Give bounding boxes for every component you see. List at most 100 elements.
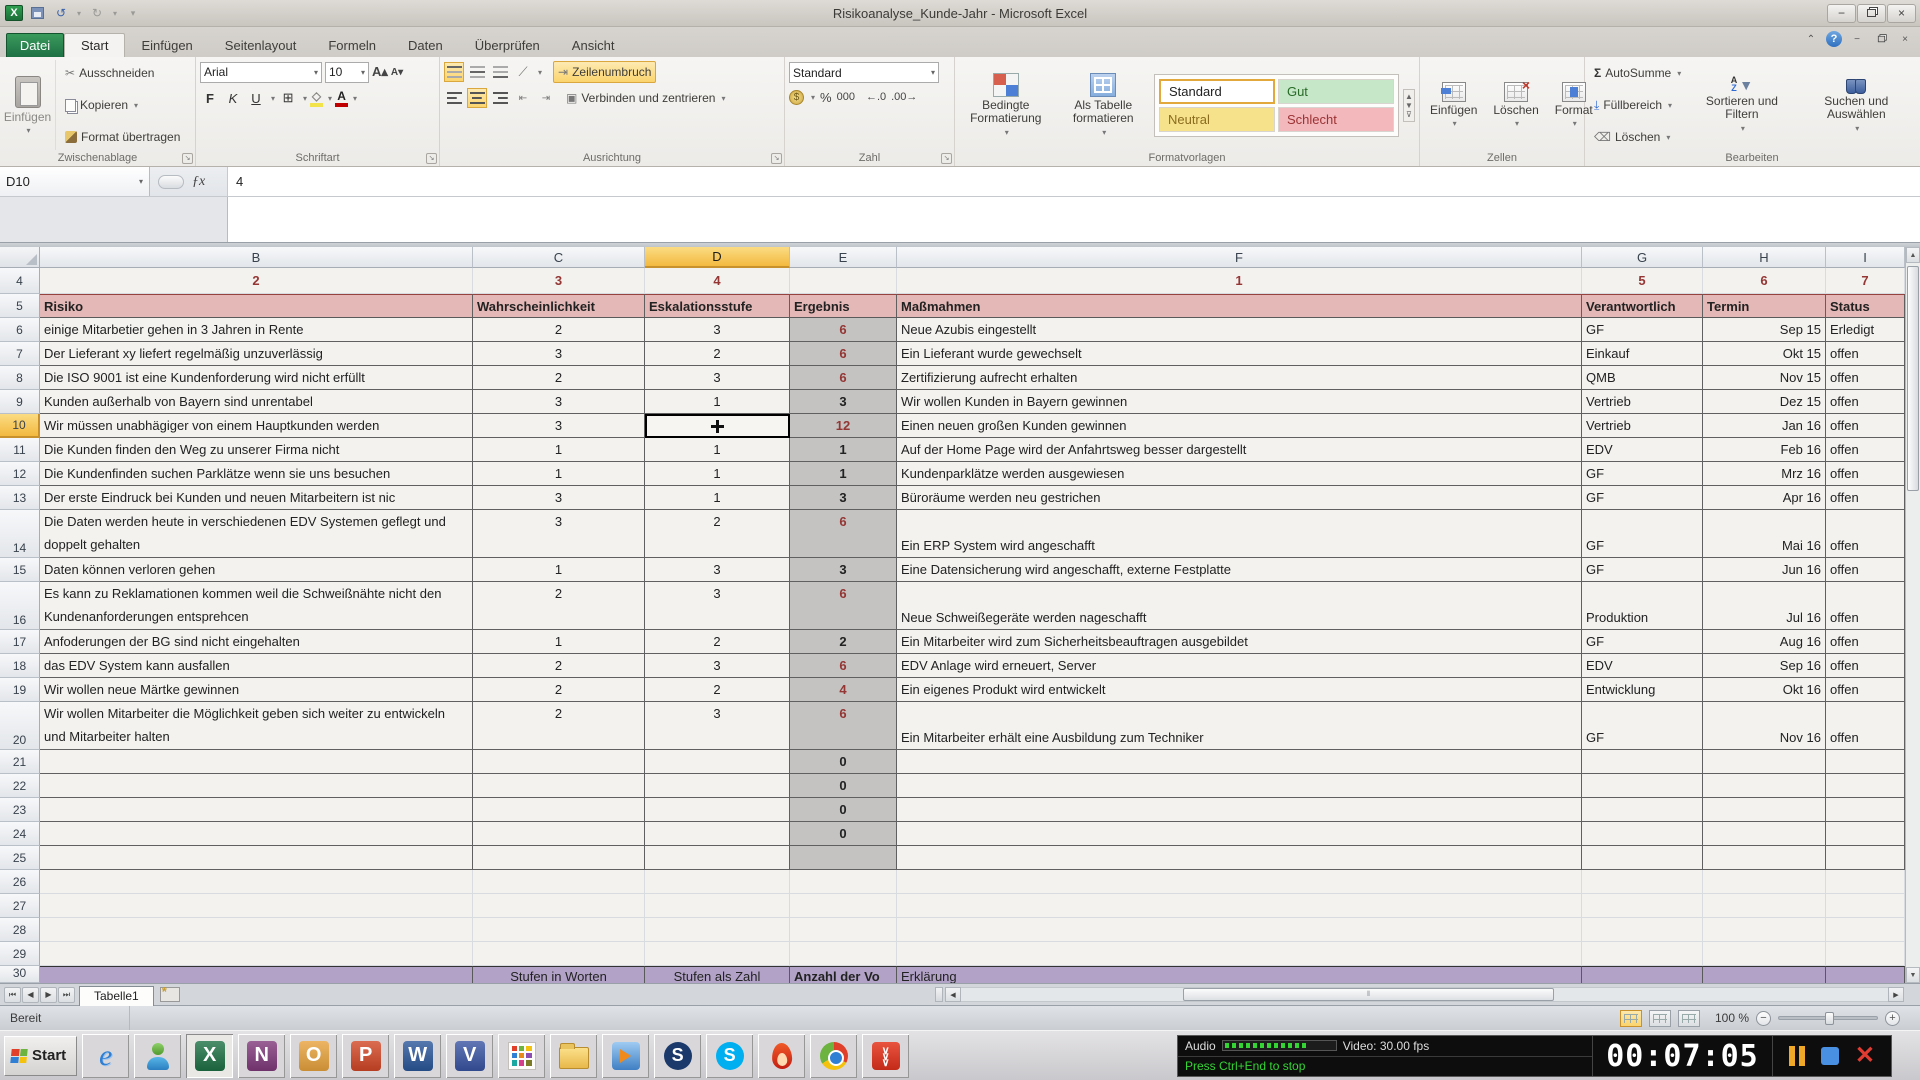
owner-cell-20[interactable]: GF — [1582, 702, 1703, 750]
cell-F28[interactable] — [897, 918, 1582, 942]
measure-cell-18[interactable]: EDV Anlage wird erneuert, Server — [897, 654, 1582, 678]
esc-cell-20[interactable]: 3 — [645, 702, 790, 750]
result-cell-15[interactable]: 3 — [790, 558, 897, 582]
due-cell-25[interactable] — [1703, 846, 1826, 870]
table-header-C5[interactable]: Wahrscheinlichkeit — [473, 294, 645, 318]
cell-style-good[interactable]: Gut — [1277, 78, 1394, 104]
prob-cell-9[interactable]: 3 — [473, 390, 645, 414]
start-button[interactable]: Start — [4, 1035, 78, 1076]
result-cell-10[interactable]: 12 — [790, 414, 897, 438]
due-cell-23[interactable] — [1703, 798, 1826, 822]
horizontal-scroll-thumb[interactable]: ⦀ — [1183, 988, 1555, 1001]
measure-cell-13[interactable]: Büroräume werden neu gestrichen — [897, 486, 1582, 510]
result-cell-18[interactable]: 6 — [790, 654, 897, 678]
workbook-restore-icon[interactable] — [1872, 31, 1890, 47]
cell-H4[interactable]: 6 — [1703, 268, 1826, 294]
status-cell-12[interactable]: offen — [1826, 462, 1905, 486]
prob-cell-12[interactable]: 1 — [473, 462, 645, 486]
prob-cell-24[interactable] — [473, 822, 645, 846]
risk-cell-18[interactable]: das EDV System kann ausfallen — [40, 654, 473, 678]
borders-icon[interactable]: ⊞ — [278, 88, 298, 108]
row-header-30[interactable]: 30 — [0, 966, 40, 983]
esc-cell-13[interactable]: 1 — [645, 486, 790, 510]
prob-cell-25[interactable] — [473, 846, 645, 870]
measure-cell-12[interactable]: Kundenparklätze werden ausgewiesen — [897, 462, 1582, 486]
zoom-out-icon[interactable]: − — [1756, 1010, 1771, 1026]
risk-cell-21[interactable] — [40, 750, 473, 774]
measure-cell-20[interactable]: Ein Mitarbeiter erhält eine Ausbildung z… — [897, 702, 1582, 750]
status-cell-16[interactable]: offen — [1826, 582, 1905, 630]
row-header-14[interactable]: 14 — [0, 510, 40, 558]
prob-cell-17[interactable]: 1 — [473, 630, 645, 654]
bold-button[interactable]: F — [200, 88, 220, 108]
row-header-9[interactable]: 9 — [0, 390, 40, 414]
due-cell-9[interactable]: Dez 15 — [1703, 390, 1826, 414]
decrease-indent-icon[interactable]: ⇤ — [513, 88, 533, 108]
scroll-down-icon[interactable]: ▼ — [1906, 967, 1920, 983]
word-icon[interactable]: W — [394, 1033, 442, 1078]
due-cell-6[interactable]: Sep 15 — [1703, 318, 1826, 342]
owner-cell-17[interactable]: GF — [1582, 630, 1703, 654]
zoom-slider-thumb[interactable] — [1825, 1012, 1834, 1025]
prob-cell-8[interactable]: 2 — [473, 366, 645, 390]
due-cell-14[interactable]: Mai 16 — [1703, 510, 1826, 558]
esc-cell-14[interactable]: 2 — [645, 510, 790, 558]
erklaerung-cell[interactable]: Erklärung — [897, 966, 1582, 983]
cell-G29[interactable] — [1582, 942, 1703, 966]
row-header-20[interactable]: 20 — [0, 702, 40, 750]
align-left-icon[interactable] — [444, 88, 464, 108]
number-dialog-launcher-icon[interactable]: ↘ — [941, 153, 952, 164]
owner-cell-12[interactable]: GF — [1582, 462, 1703, 486]
row-header-10[interactable]: 10 — [0, 414, 40, 438]
cell-C29[interactable] — [473, 942, 645, 966]
increase-indent-icon[interactable]: ⇥ — [536, 88, 556, 108]
prob-cell-16[interactable]: 2 — [473, 582, 645, 630]
row-header-12[interactable]: 12 — [0, 462, 40, 486]
esc-cell-6[interactable]: 3 — [645, 318, 790, 342]
font-name-select[interactable]: Arial ▾ — [200, 61, 322, 83]
column-header-D[interactable]: D — [645, 247, 790, 268]
page-break-view-icon[interactable] — [1678, 1009, 1700, 1027]
format-as-table-button[interactable]: Als Tabelle formatieren ▾ — [1057, 72, 1150, 138]
qat-customize-icon[interactable]: ▾ — [123, 4, 143, 22]
tab-überprüfen[interactable]: Überprüfen — [459, 33, 556, 57]
due-cell-10[interactable]: Jan 16 — [1703, 414, 1826, 438]
table-header-G5[interactable]: Verantwortlich — [1582, 294, 1703, 318]
row-header-17[interactable]: 17 — [0, 630, 40, 654]
row-header-18[interactable]: 18 — [0, 654, 40, 678]
cell-F4[interactable]: 1 — [897, 268, 1582, 294]
row-header-16[interactable]: 16 — [0, 582, 40, 630]
esc-cell-18[interactable]: 3 — [645, 654, 790, 678]
underline-button[interactable]: U — [246, 88, 266, 108]
gallery-more-icon[interactable]: ⊽ — [1406, 110, 1412, 119]
risk-cell-24[interactable] — [40, 822, 473, 846]
align-center-icon[interactable] — [467, 88, 487, 108]
zoom-slider[interactable] — [1778, 1012, 1878, 1025]
column-header-H[interactable]: H — [1703, 247, 1826, 268]
percent-style-icon[interactable]: % — [820, 90, 832, 105]
cell-G26[interactable] — [1582, 870, 1703, 894]
esc-cell-12[interactable]: 1 — [645, 462, 790, 486]
name-box-dropdown-icon[interactable]: ▾ — [139, 177, 143, 186]
status-cell-14[interactable]: offen — [1826, 510, 1905, 558]
gallery-down-icon[interactable]: ▼ — [1405, 101, 1413, 110]
result-cell-23[interactable]: 0 — [790, 798, 897, 822]
owner-cell-6[interactable]: GF — [1582, 318, 1703, 342]
align-right-icon[interactable] — [490, 88, 510, 108]
cell-C26[interactable] — [473, 870, 645, 894]
due-cell-20[interactable]: Nov 16 — [1703, 702, 1826, 750]
outlook-icon[interactable]: O — [290, 1033, 338, 1078]
chrome-icon[interactable] — [810, 1033, 858, 1078]
last-sheet-icon[interactable]: ⏭ — [58, 986, 75, 1003]
cell-E4[interactable] — [790, 268, 897, 294]
risk-cell-15[interactable]: Daten können verloren gehen — [40, 558, 473, 582]
cell-B4[interactable]: 2 — [40, 268, 473, 294]
close-button[interactable]: × — [1887, 3, 1916, 23]
measure-cell-9[interactable]: Wir wollen Kunden in Bayern gewinnen — [897, 390, 1582, 414]
due-cell-15[interactable]: Jun 16 — [1703, 558, 1826, 582]
autosum-button[interactable]: Σ AutoSumme ▾ — [1589, 62, 1686, 84]
status-cell-21[interactable] — [1826, 750, 1905, 774]
select-all-button[interactable] — [0, 247, 40, 268]
italic-button[interactable]: K — [223, 88, 243, 108]
row-header-4[interactable]: 4 — [0, 268, 40, 294]
